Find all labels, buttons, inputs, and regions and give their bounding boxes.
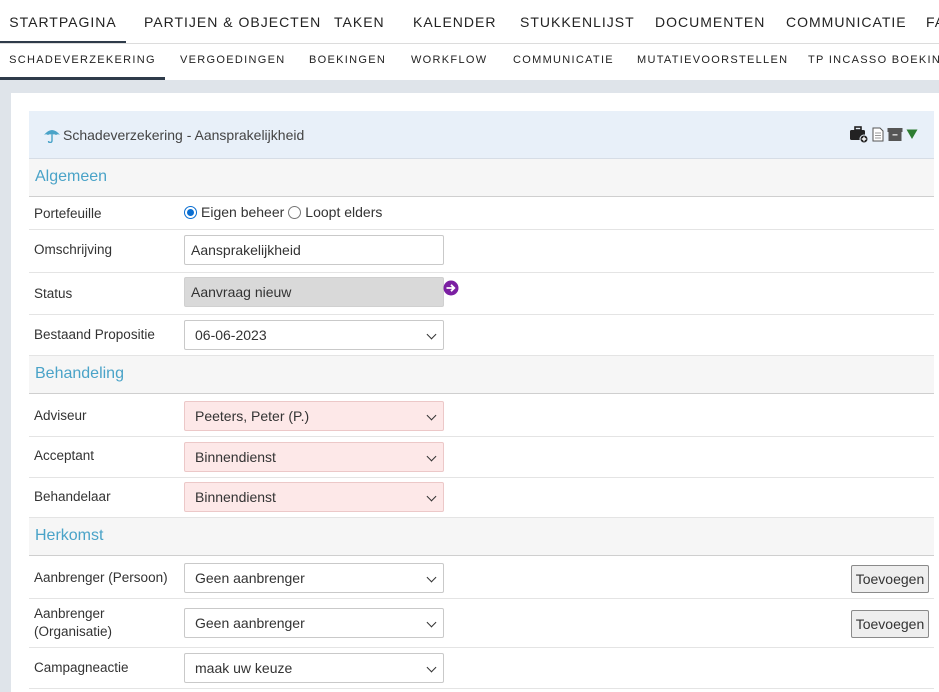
sub-nav-communicatie[interactable]: COMMUNICATIE (513, 44, 614, 80)
radio-eigen-beheer-label[interactable]: Eigen beheer (201, 204, 284, 220)
briefcase-add-icon[interactable] (849, 125, 869, 143)
section-herkomst: Herkomst (29, 518, 934, 556)
top-navigation: STARTPAGINA PARTIJEN & OBJECTEN TAKEN KA… (0, 0, 939, 44)
row-aanbrenger-persoon: Aanbrenger (Persoon) (29, 559, 934, 599)
row-campagneactie: Campagneactie (29, 648, 934, 689)
campagneactie-select[interactable]: maak uw keuze (184, 653, 444, 683)
label-behandelaar: Behandelaar (34, 489, 111, 504)
archive-icon[interactable] (887, 127, 903, 142)
top-nav-stukkenlijst[interactable]: STUKKENLIJST (520, 0, 635, 43)
section-title-behandeling: Behandeling (35, 365, 124, 382)
aanbrenger-persoon-select[interactable]: Geen aanbrenger (184, 563, 444, 593)
label-bestaand-propositie: Bestaand Propositie (34, 327, 155, 342)
label-portefeuille: Portefeuille (34, 206, 102, 221)
caret-down-icon[interactable] (906, 128, 918, 140)
adviseur-select[interactable]: Peeters, Peter (P.) (184, 401, 444, 431)
radio-eigen-beheer[interactable] (184, 205, 197, 219)
bestaand-propositie-select[interactable]: 06-06-2023 (184, 320, 444, 350)
card-header: Schadeverzekering - Aansprakelijkheid (29, 111, 934, 159)
card-title: Schadeverzekering - Aansprakelijkheid (63, 127, 305, 143)
sub-nav-workflow[interactable]: WORKFLOW (411, 44, 487, 80)
sub-nav-boekingen[interactable]: BOEKINGEN (309, 44, 386, 80)
radio-loopt-elders-label[interactable]: Loopt elders (305, 204, 382, 220)
sub-nav-vergoedingen[interactable]: VERGOEDINGEN (180, 44, 285, 80)
top-nav-documenten[interactable]: DOCUMENTEN (655, 0, 765, 43)
status-field: Aanvraag nieuw (184, 277, 444, 307)
label-adviseur: Adviseur (34, 408, 87, 423)
section-title-algemeen: Algemeen (35, 168, 108, 185)
section-algemeen: Algemeen (29, 159, 934, 197)
sub-nav-tp-incasso-boeking[interactable]: TP INCASSO BOEKING (808, 44, 939, 80)
radio-loopt-elders[interactable] (288, 205, 302, 219)
umbrella-icon (44, 130, 60, 143)
row-behandelaar: Behandelaar (29, 478, 934, 518)
top-nav-kalender[interactable]: KALENDER (413, 0, 496, 43)
aanbrenger-organisatie-select[interactable]: Geen aanbrenger (184, 608, 444, 638)
label-acceptant: Acceptant (34, 448, 95, 463)
label-campagneactie: Campagneactie (34, 660, 129, 675)
label-omschrijving: Omschrijving (34, 242, 113, 257)
section-title-herkomst: Herkomst (35, 527, 104, 544)
top-nav-communicatie[interactable]: COMMUNICATIE (786, 0, 907, 43)
sub-nav-schadeverzekering[interactable]: SCHADEVERZEKERING (0, 44, 165, 80)
top-nav-fa[interactable]: FA (926, 0, 939, 43)
label-aanbrenger-organisatie-line2: (Organisatie) (34, 624, 113, 639)
omschrijving-input[interactable]: Aansprakelijkheid (184, 235, 444, 265)
acceptant-select[interactable]: Binnendienst (184, 442, 444, 472)
portefeuille-radio-group: Eigen beheer Loopt elders (184, 204, 382, 220)
document-icon[interactable] (872, 127, 884, 142)
row-adviseur: Adviseur (29, 396, 934, 437)
behandelaar-select[interactable]: Binnendienst (184, 482, 444, 512)
label-aanbrenger-organisatie: Aanbrenger (Organisatie) (34, 605, 112, 641)
arrow-right-circle-icon[interactable] (443, 280, 459, 296)
top-nav-partijen-objecten[interactable]: PARTIJEN & OBJECTEN (144, 0, 321, 43)
label-aanbrenger-persoon: Aanbrenger (Persoon) (34, 570, 168, 585)
row-portefeuille: Portefeuille (29, 197, 934, 230)
label-aanbrenger-organisatie-line1: Aanbrenger (34, 606, 105, 621)
toevoegen-organisatie-button[interactable]: Toevoegen (851, 610, 929, 638)
sub-nav-mutatievoorstellen[interactable]: MUTATIEVOORSTELLEN (637, 44, 788, 80)
section-behandeling: Behandeling (29, 356, 934, 394)
label-status: Status (34, 286, 73, 301)
row-bestaand-propositie: Bestaand Propositie (29, 315, 934, 356)
top-nav-startpagina[interactable]: STARTPAGINA (0, 0, 126, 43)
sub-navigation: SCHADEVERZEKERING VERGOEDINGEN BOEKINGEN… (0, 44, 939, 80)
row-acceptant: Acceptant (29, 437, 934, 478)
card-tools (849, 124, 918, 144)
row-aanbrenger-organisatie: Aanbrenger (Organisatie) (29, 599, 934, 648)
row-omschrijving: Omschrijving (29, 230, 934, 273)
toevoegen-persoon-button[interactable]: Toevoegen (851, 565, 929, 593)
top-nav-taken[interactable]: TAKEN (334, 0, 385, 43)
row-status: Status (29, 273, 934, 315)
